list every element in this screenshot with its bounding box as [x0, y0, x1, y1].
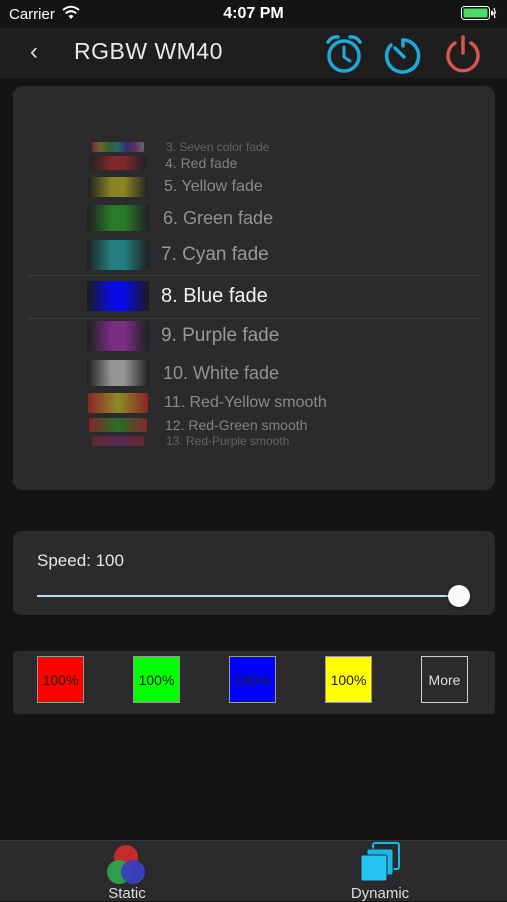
- mode-swatch: [92, 142, 144, 152]
- mode-label: 5. Yellow fade: [164, 178, 263, 195]
- mode-swatch: [88, 177, 148, 197]
- tab-static-label: Static: [108, 885, 146, 902]
- mode-picker-wheel[interactable]: 3. Seven color fade 4. Red fade 5. Yellow …: [13, 86, 495, 490]
- more-button[interactable]: More: [421, 656, 468, 703]
- back-button[interactable]: ‹: [30, 38, 38, 66]
- mode-row[interactable]: 9. Purple fade: [13, 321, 495, 351]
- tab-dynamic[interactable]: Dynamic: [320, 841, 440, 902]
- alarm-clock-icon[interactable]: [322, 31, 366, 75]
- color-preset-button[interactable]: 100%: [133, 656, 180, 703]
- mode-swatch: [87, 281, 149, 311]
- mode-label: 6. Green fade: [163, 207, 274, 228]
- mode-swatch: [92, 436, 144, 446]
- mode-swatch: [87, 240, 149, 270]
- tab-static[interactable]: Static: [67, 841, 187, 902]
- navigation-bar: ‹ RGBW WM40: [0, 28, 507, 78]
- mode-label: 9. Purple fade: [161, 325, 280, 346]
- color-preset-button[interactable]: 100%: [229, 656, 276, 703]
- clock: 4:07 PM: [223, 5, 284, 22]
- mode-label: 12. Red-Green smooth: [165, 417, 308, 433]
- mode-label: 3. Seven color fade: [166, 140, 270, 154]
- mode-picker[interactable]: 3. Seven color fade 4. Red fade 5. Yellow …: [13, 86, 495, 490]
- mode-label: 13. Red-Purple smooth: [166, 434, 290, 448]
- rgb-circles-icon: [107, 845, 145, 884]
- mode-label: 11. Red-Yellow smooth: [164, 394, 327, 411]
- mode-row[interactable]: 6. Green fade: [13, 205, 495, 231]
- mode-row[interactable]: 7. Cyan fade: [13, 240, 495, 270]
- mode-row[interactable]: 11. Red-Yellow smooth: [13, 393, 495, 413]
- speed-slider-track[interactable]: [37, 595, 457, 597]
- power-icon[interactable]: [441, 31, 485, 75]
- mode-row[interactable]: 4. Red fade: [13, 155, 495, 171]
- mode-label: 8. Blue fade: [161, 284, 268, 307]
- color-presets: More 100% 100% 100% 100%: [13, 651, 495, 714]
- speed-slider-thumb[interactable]: [448, 585, 470, 607]
- mode-row[interactable]: 8. Blue fade: [13, 281, 495, 311]
- tab-dynamic-label: Dynamic: [350, 885, 410, 902]
- mode-label: 7. Cyan fade: [161, 244, 269, 265]
- mode-swatch: [89, 418, 147, 432]
- mode-swatch: [88, 393, 148, 413]
- tab-bar: Static Dynamic: [0, 840, 507, 902]
- selection-divider-top: [27, 275, 481, 276]
- mode-row[interactable]: 3. Seven color fade: [13, 140, 495, 154]
- timer-icon[interactable]: [381, 31, 425, 75]
- mode-row[interactable]: 10. White fade: [13, 360, 495, 386]
- mode-swatch: [89, 156, 147, 170]
- mode-swatch: [87, 360, 149, 386]
- mode-label: 4. Red fade: [165, 155, 238, 171]
- speed-card: Speed: 100: [13, 531, 495, 615]
- mode-row[interactable]: 5. Yellow fade: [13, 177, 495, 197]
- selection-divider-bottom: [27, 318, 481, 319]
- mode-swatch: [87, 321, 149, 351]
- mode-row[interactable]: 13. Red-Purple smooth: [13, 434, 495, 448]
- status-bar: Carrier 4:07 PM: [0, 0, 507, 28]
- stacked-squares-icon: [360, 842, 400, 882]
- color-preset-button[interactable]: 100%: [37, 656, 84, 703]
- color-preset-button[interactable]: 100%: [325, 656, 372, 703]
- mode-label: 10. White fade: [163, 362, 280, 383]
- battery-icon: [461, 6, 497, 20]
- mode-swatch: [87, 205, 149, 231]
- mode-row[interactable]: 12. Red-Green smooth: [13, 417, 495, 433]
- speed-label: Speed: 100: [37, 551, 124, 570]
- device-title: RGBW WM40: [74, 38, 223, 64]
